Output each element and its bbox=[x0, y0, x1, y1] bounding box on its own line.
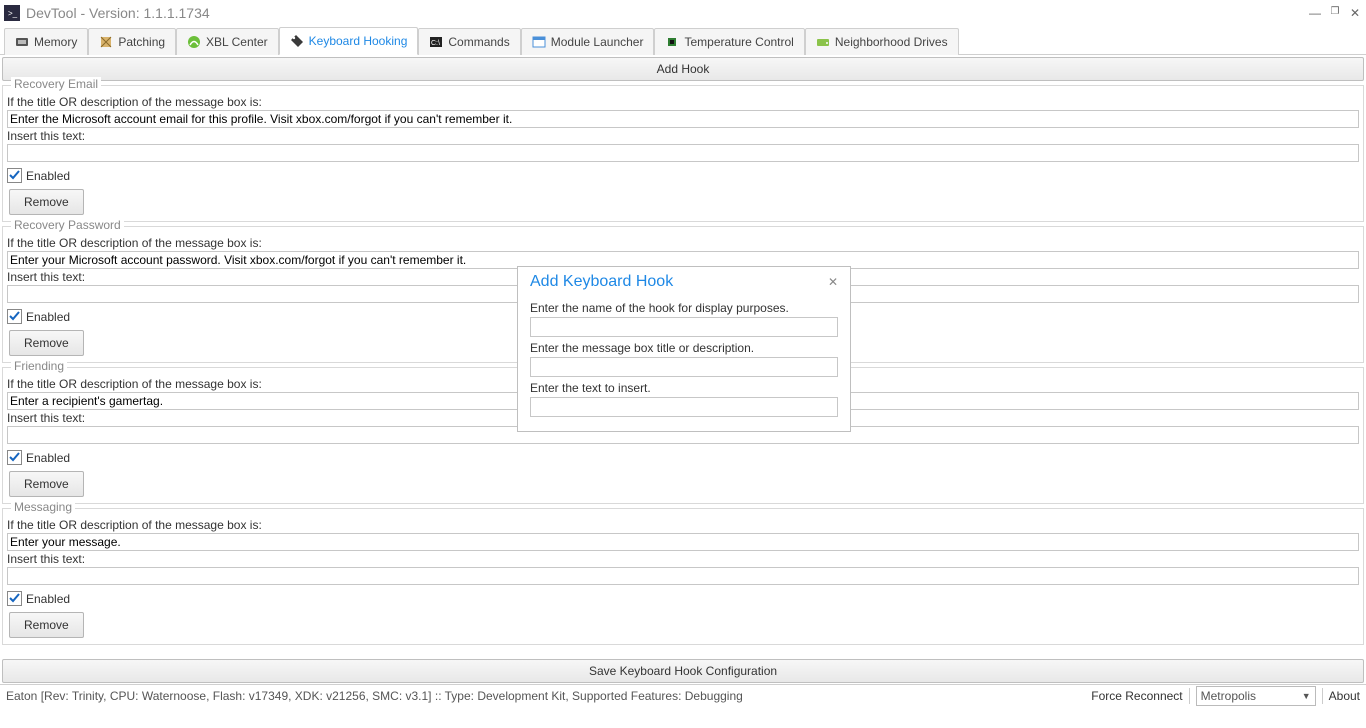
commands-icon: C:\ bbox=[429, 35, 443, 49]
add-hook-label: Add Hook bbox=[657, 62, 710, 76]
save-config-button[interactable]: Save Keyboard Hook Configuration bbox=[2, 659, 1364, 683]
hook-title: Recovery Password bbox=[11, 218, 124, 232]
tab-label: XBL Center bbox=[206, 35, 268, 49]
dialog-input-insert[interactable] bbox=[530, 397, 838, 417]
enabled-checkbox[interactable] bbox=[7, 591, 22, 606]
tab-label: Module Launcher bbox=[551, 35, 644, 49]
match-input[interactable] bbox=[7, 110, 1359, 128]
hook-group: Messaging If the title OR description of… bbox=[2, 508, 1364, 645]
memory-icon bbox=[15, 35, 29, 49]
condition-label: If the title OR description of the messa… bbox=[5, 94, 1361, 110]
match-input[interactable] bbox=[7, 533, 1359, 551]
enabled-checkbox[interactable] bbox=[7, 309, 22, 324]
maximize-icon[interactable]: ❐ bbox=[1328, 6, 1342, 20]
enabled-label: Enabled bbox=[26, 310, 70, 324]
dialog-close-icon[interactable]: ✕ bbox=[824, 275, 842, 289]
chip-icon bbox=[665, 35, 679, 49]
dialog-label-match: Enter the message box title or descripti… bbox=[530, 341, 838, 355]
hook-title: Recovery Email bbox=[11, 77, 101, 91]
dialog-title: Add Keyboard Hook bbox=[530, 273, 673, 291]
about-link[interactable]: About bbox=[1329, 689, 1360, 703]
condition-label: If the title OR description of the messa… bbox=[5, 517, 1361, 533]
remove-button[interactable]: Remove bbox=[9, 471, 84, 497]
remove-button[interactable]: Remove bbox=[9, 330, 84, 356]
status-bar: Eaton [Rev: Trinity, CPU: Waternoose, Fl… bbox=[0, 684, 1366, 707]
insert-input[interactable] bbox=[7, 567, 1359, 585]
remove-button[interactable]: Remove bbox=[9, 612, 84, 638]
dialog-input-match[interactable] bbox=[530, 357, 838, 377]
save-config-label: Save Keyboard Hook Configuration bbox=[589, 664, 777, 678]
target-combo[interactable]: Metropolis ▼ bbox=[1196, 686, 1316, 706]
status-text: Eaton [Rev: Trinity, CPU: Waternoose, Fl… bbox=[6, 689, 743, 703]
enabled-checkbox[interactable] bbox=[7, 450, 22, 465]
tab-label: Commands bbox=[448, 35, 509, 49]
tab-label: Keyboard Hooking bbox=[309, 34, 408, 48]
insert-input[interactable] bbox=[7, 144, 1359, 162]
tab-xbl-center[interactable]: XBL Center bbox=[176, 28, 279, 55]
window-icon bbox=[532, 35, 546, 49]
enabled-label: Enabled bbox=[26, 592, 70, 606]
dialog-label-insert: Enter the text to insert. bbox=[530, 381, 838, 395]
dialog-label-name: Enter the name of the hook for display p… bbox=[530, 301, 838, 315]
tab-commands[interactable]: C:\ Commands bbox=[418, 28, 520, 55]
tab-module-launcher[interactable]: Module Launcher bbox=[521, 28, 655, 55]
insert-label: Insert this text: bbox=[5, 551, 1361, 567]
dialog-input-name[interactable] bbox=[530, 317, 838, 337]
enabled-checkbox[interactable] bbox=[7, 168, 22, 183]
hook-title: Messaging bbox=[11, 500, 75, 514]
hook-group: Recovery Email If the title OR descripti… bbox=[2, 85, 1364, 222]
window-title: DevTool - Version: 1.1.1.1734 bbox=[26, 5, 210, 21]
force-reconnect-link[interactable]: Force Reconnect bbox=[1091, 689, 1182, 703]
tab-label: Memory bbox=[34, 35, 77, 49]
condition-label: If the title OR description of the messa… bbox=[5, 235, 1361, 251]
remove-button[interactable]: Remove bbox=[9, 189, 84, 215]
combo-value: Metropolis bbox=[1201, 689, 1256, 703]
close-icon[interactable]: ✕ bbox=[1348, 6, 1362, 20]
tab-keyboard-hooking[interactable]: Keyboard Hooking bbox=[279, 27, 419, 55]
enabled-label: Enabled bbox=[26, 169, 70, 183]
tab-label: Neighborhood Drives bbox=[835, 35, 948, 49]
svg-text:>_: >_ bbox=[8, 9, 18, 18]
drive-icon bbox=[816, 35, 830, 49]
svg-text:C:\: C:\ bbox=[431, 40, 440, 47]
insert-label: Insert this text: bbox=[5, 128, 1361, 144]
chevron-down-icon: ▼ bbox=[1302, 691, 1311, 701]
tag-icon bbox=[290, 34, 304, 48]
xbox-icon bbox=[187, 35, 201, 49]
tab-neighborhood-drives[interactable]: Neighborhood Drives bbox=[805, 28, 959, 55]
enabled-label: Enabled bbox=[26, 451, 70, 465]
tab-label: Temperature Control bbox=[684, 35, 793, 49]
add-hook-button[interactable]: Add Hook bbox=[2, 57, 1364, 81]
tab-label: Patching bbox=[118, 35, 165, 49]
hook-title: Friending bbox=[11, 359, 67, 373]
app-icon: >_ bbox=[4, 5, 20, 21]
tab-patching[interactable]: Patching bbox=[88, 28, 176, 55]
minimize-icon[interactable]: — bbox=[1308, 6, 1322, 20]
tab-memory[interactable]: Memory bbox=[4, 28, 88, 55]
add-hook-dialog: Add Keyboard Hook ✕ Enter the name of th… bbox=[517, 266, 851, 432]
tabstrip: Memory Patching XBL Center Keyboard Hook… bbox=[0, 26, 1366, 55]
tab-temperature-control[interactable]: Temperature Control bbox=[654, 28, 804, 55]
patching-icon bbox=[99, 35, 113, 49]
